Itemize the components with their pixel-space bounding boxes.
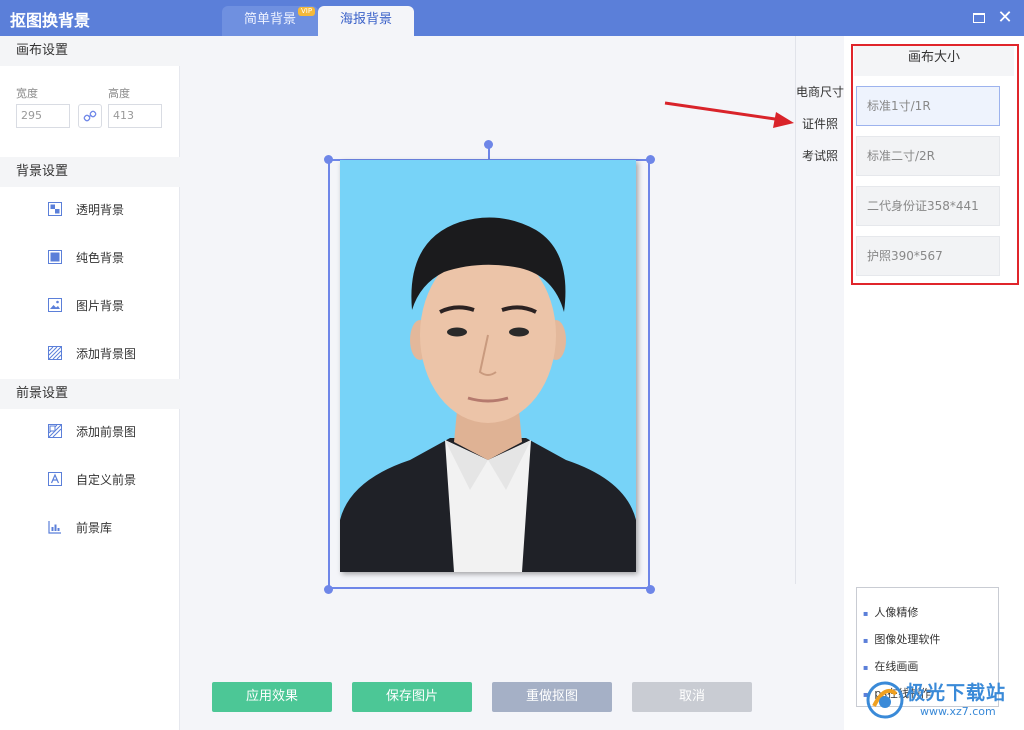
annotation-arrow <box>664 101 794 128</box>
add-foreground-image-item[interactable]: 添加前景图 <box>0 408 180 456</box>
resize-handle-top-left[interactable] <box>323 154 333 164</box>
height-input[interactable]: 413 <box>108 104 162 128</box>
watermark-text: 极光下载站 <box>906 682 1007 704</box>
add-background-image-item[interactable]: 添加背景图 <box>0 330 180 378</box>
transparent-background-item[interactable]: 透明背景 <box>0 186 180 234</box>
menu-label: 图片背景 <box>76 299 125 313</box>
link-image-software[interactable]: 图像处理软件 <box>863 631 940 647</box>
solid-color-background-item[interactable]: 纯色背景 <box>0 234 180 282</box>
menu-label: 透明背景 <box>76 203 125 217</box>
transparent-icon <box>48 202 62 216</box>
title-bar: 抠图换背景 简单背景 VIP 海报背景 ✕ <box>0 0 1024 36</box>
menu-label: 自定义前景 <box>76 473 137 487</box>
library-icon <box>48 521 61 534</box>
portrait-image <box>340 217 636 572</box>
link-icon <box>83 110 97 122</box>
category-exam-photo[interactable]: 考试照 <box>802 147 838 164</box>
menu-label: 添加背景图 <box>76 347 137 361</box>
maximize-button[interactable] <box>970 8 990 28</box>
height-label: 高度 <box>108 87 130 100</box>
add-foreground-icon <box>48 424 62 438</box>
save-image-button[interactable]: 保存图片 <box>352 682 472 712</box>
menu-label: 前景库 <box>76 521 113 535</box>
app-title: 抠图换背景 <box>10 11 91 30</box>
menu-label: 纯色背景 <box>76 251 125 265</box>
apply-effect-button[interactable]: 应用效果 <box>212 682 332 712</box>
maximize-icon <box>973 13 985 23</box>
text-a-icon <box>48 472 62 486</box>
add-pattern-icon <box>48 346 62 360</box>
redo-cutout-button[interactable]: 重做抠图 <box>492 682 612 712</box>
highlight-box <box>851 44 1019 285</box>
tab-label: 简单背景 <box>243 12 296 27</box>
vip-badge: VIP <box>298 7 316 16</box>
tab-label: 海报背景 <box>339 12 392 27</box>
foreground-settings-heading: 前景设置 <box>0 379 180 409</box>
resize-handle-bottom-right[interactable] <box>645 584 655 594</box>
category-ecommerce-size[interactable]: 电商尺寸 <box>796 83 844 100</box>
image-icon <box>48 298 62 312</box>
category-id-photo[interactable]: 证件照 <box>802 115 838 132</box>
portrait-photo[interactable] <box>340 160 636 572</box>
foreground-library-item[interactable]: 前景库 <box>0 504 180 552</box>
canvas-settings-heading: 画布设置 <box>0 36 180 66</box>
custom-foreground-item[interactable]: 自定义前景 <box>0 456 180 504</box>
solid-color-icon <box>48 250 62 264</box>
resize-handle-top-right[interactable] <box>645 154 655 164</box>
image-background-item[interactable]: 图片背景 <box>0 282 180 330</box>
lock-ratio-button[interactable] <box>78 104 102 128</box>
width-input[interactable]: 295 <box>16 104 70 128</box>
close-icon: ✕ <box>997 7 1013 28</box>
width-label: 宽度 <box>16 87 38 100</box>
rotate-handle[interactable] <box>484 140 493 149</box>
tab-simple-background[interactable]: 简单背景 VIP <box>222 6 318 36</box>
cancel-button[interactable]: 取消 <box>632 682 752 712</box>
link-online-drawing[interactable]: 在线画画 <box>863 658 918 674</box>
watermark-url: www.xz7.com <box>920 705 996 718</box>
background-settings-heading: 背景设置 <box>0 157 180 187</box>
watermark: 极光下载站 www.xz7.com <box>866 676 1022 728</box>
menu-label: 添加前景图 <box>76 425 137 439</box>
tab-poster-background[interactable]: 海报背景 <box>318 6 414 36</box>
link-portrait-retouch[interactable]: 人像精修 <box>863 604 918 620</box>
resize-handle-bottom-left[interactable] <box>323 584 333 594</box>
watermark-logo-icon <box>866 681 904 719</box>
close-button[interactable]: ✕ <box>995 8 1015 28</box>
